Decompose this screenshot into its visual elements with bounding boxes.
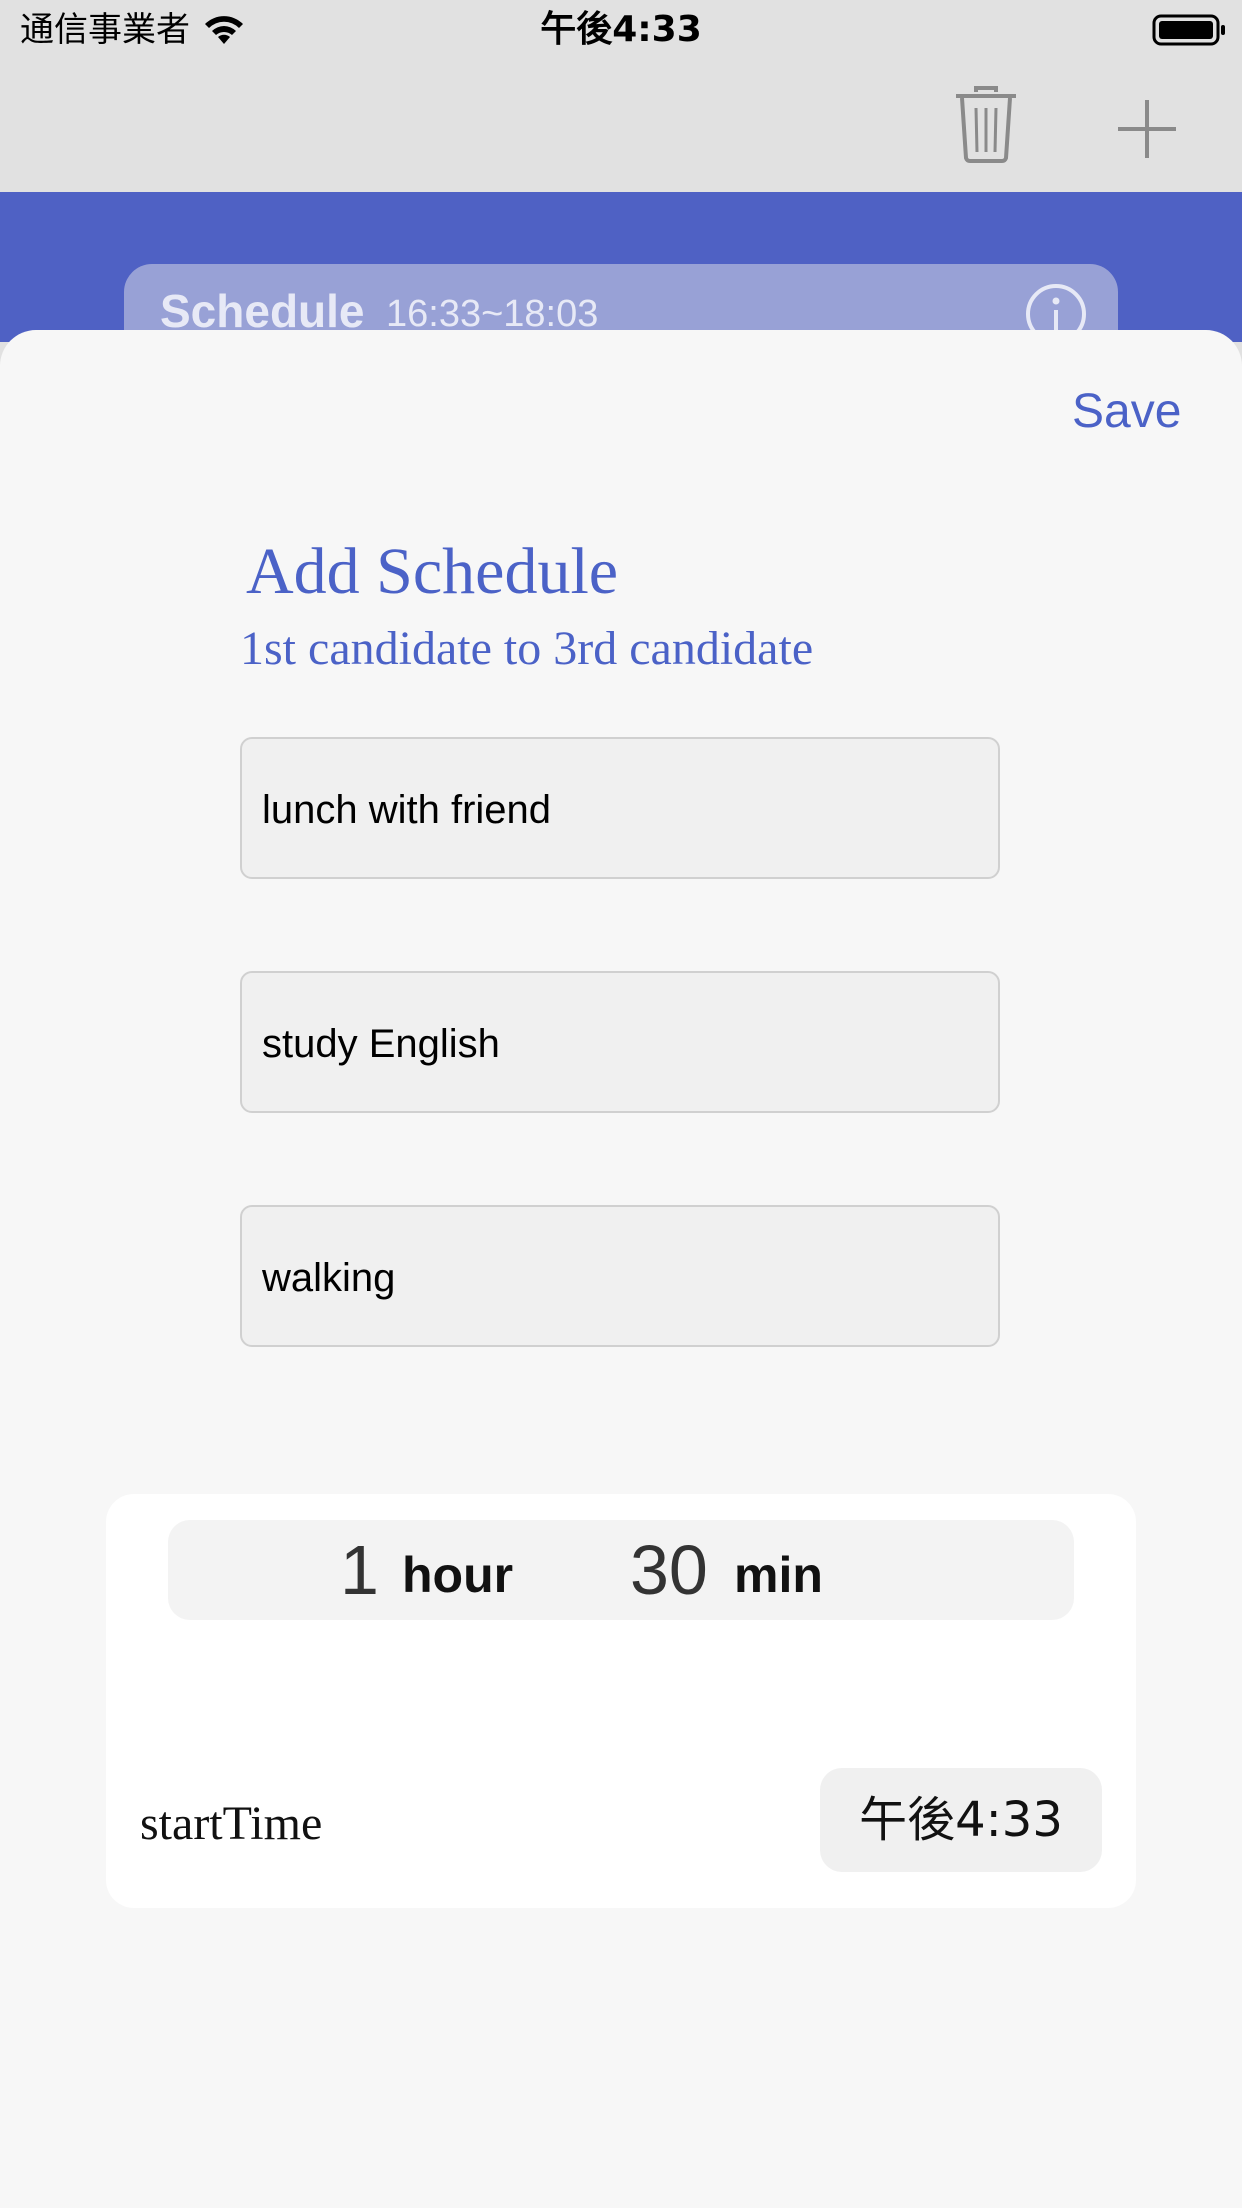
status-time: 午後4:33: [540, 9, 702, 50]
page-subtitle: 1st candidate to 3rd candidate: [240, 622, 814, 675]
status-bar: 通信事業者 午後4:33: [0, 0, 1242, 62]
duration-hours-value[interactable]: 1: [340, 1530, 379, 1610]
schedule-item-title: Schedule: [160, 285, 365, 337]
candidate-2-field[interactable]: study English: [240, 971, 1000, 1113]
start-time-picker-button[interactable]: 午後4:33: [820, 1768, 1102, 1872]
candidate-1-value: lunch with friend: [262, 788, 552, 832]
duration-minutes-value[interactable]: 30: [630, 1530, 708, 1610]
candidate-3-field[interactable]: walking: [240, 1205, 1000, 1347]
start-time-label: startTime: [140, 1797, 323, 1850]
duration-picker[interactable]: [168, 1520, 1074, 1620]
candidate-1-field[interactable]: lunch with friend: [240, 737, 1000, 879]
plus-icon[interactable]: [1112, 94, 1182, 164]
duration-minutes-label: min: [734, 1547, 823, 1603]
candidate-3-value: walking: [262, 1256, 396, 1300]
trash-icon[interactable]: [952, 84, 1020, 164]
start-time-value: 午後4:33: [859, 1792, 1063, 1848]
page-title: Add Schedule: [246, 535, 619, 608]
candidate-2-value: study English: [262, 1022, 500, 1066]
save-button[interactable]: Save: [1072, 384, 1181, 440]
battery-icon: [1152, 14, 1225, 46]
duration-hours-label: hour: [402, 1547, 514, 1603]
